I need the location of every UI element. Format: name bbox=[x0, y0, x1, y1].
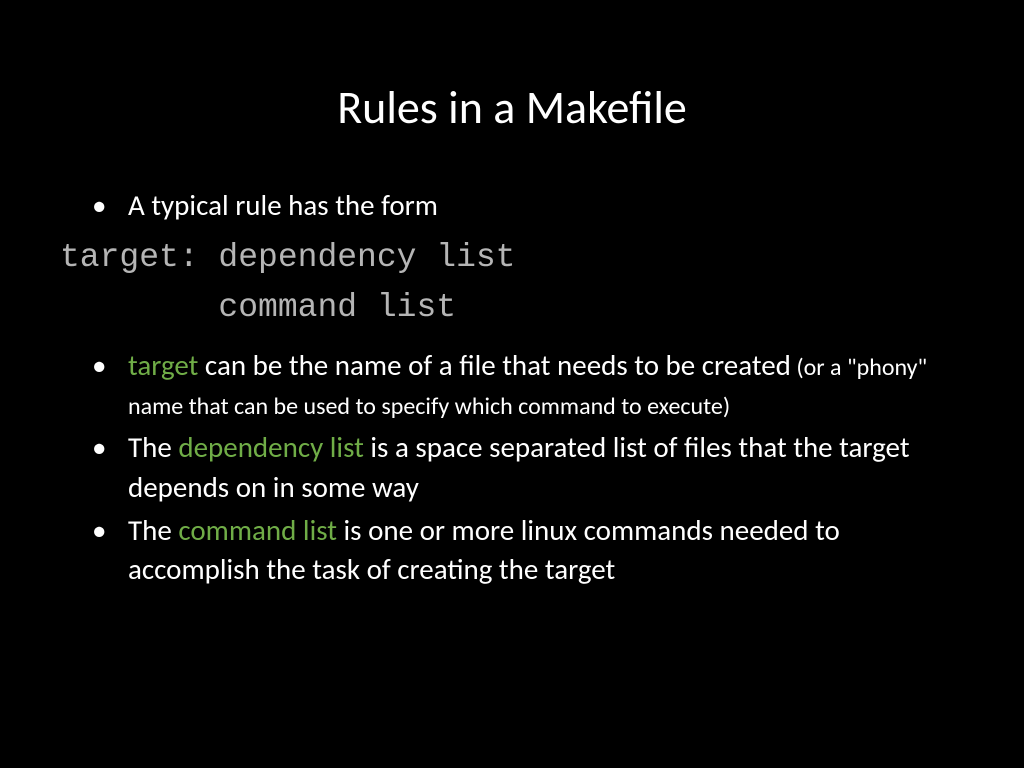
slide-content: • A typical rule has the form target: de… bbox=[60, 186, 964, 589]
highlight-target: target bbox=[128, 347, 198, 383]
text-part: can be the name of a file that needs to … bbox=[198, 347, 791, 383]
bullet-marker: • bbox=[92, 346, 128, 424]
code-line-2: command list bbox=[60, 289, 456, 326]
code-line-1: target: dependency list bbox=[60, 239, 515, 276]
bullet-marker: • bbox=[92, 186, 128, 225]
highlight-dependency: dependency list bbox=[178, 429, 363, 465]
bullet-marker: • bbox=[92, 428, 128, 506]
slide-title: Rules in a Makefile bbox=[60, 80, 964, 136]
code-block: target: dependency list command list bbox=[60, 233, 964, 332]
highlight-command: command list bbox=[178, 512, 337, 548]
bullet-text: target can be the name of a file that ne… bbox=[128, 346, 964, 424]
text-prefix: The bbox=[128, 512, 178, 548]
bullet-text: The dependency list is a space separated… bbox=[128, 428, 964, 506]
text-prefix: The bbox=[128, 429, 178, 465]
bullet-item-4: • The command list is one or more linux … bbox=[60, 511, 964, 589]
bullet-text: A typical rule has the form bbox=[128, 186, 964, 225]
bullet-item-1: • A typical rule has the form bbox=[60, 186, 964, 225]
bullet-marker: • bbox=[92, 511, 128, 589]
bullet-item-3: • The dependency list is a space separat… bbox=[60, 428, 964, 506]
bullet-item-2: • target can be the name of a file that … bbox=[60, 346, 964, 424]
bullet-text: The command list is one or more linux co… bbox=[128, 511, 964, 589]
slide-container: Rules in a Makefile • A typical rule has… bbox=[0, 0, 1024, 768]
